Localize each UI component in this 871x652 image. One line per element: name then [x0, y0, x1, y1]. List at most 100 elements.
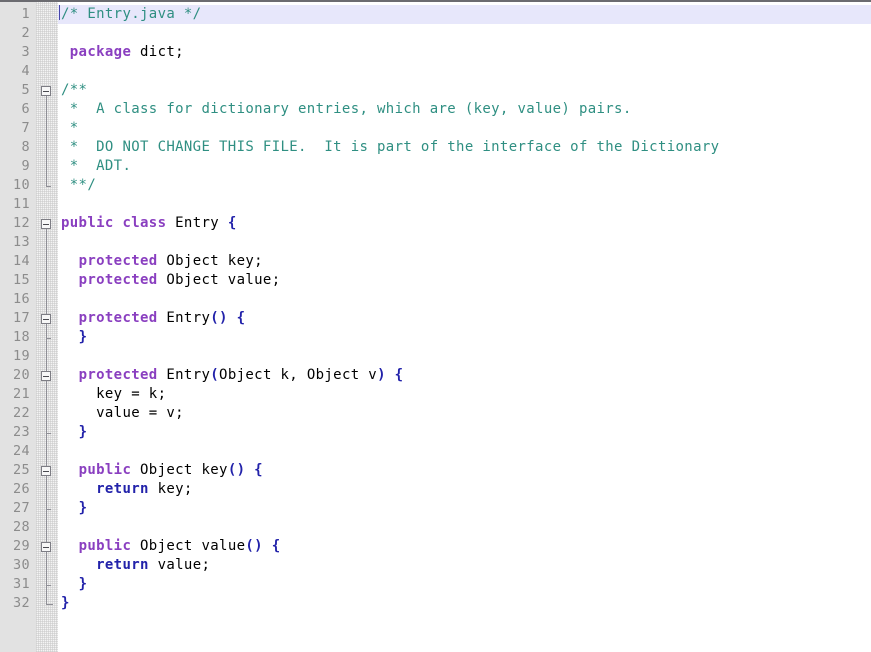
code-line-text: protected Entry() { — [58, 309, 245, 328]
token-keyword: public — [61, 215, 114, 231]
code-line[interactable] — [58, 62, 871, 81]
code-line-text: } — [58, 423, 87, 442]
token-punct: { — [394, 367, 404, 383]
code-line[interactable]: public Object value() { — [58, 537, 871, 556]
code-line[interactable] — [58, 442, 871, 461]
fold-collapse-icon[interactable] — [41, 314, 51, 324]
line-number: 24 — [12, 443, 30, 459]
line-number: 21 — [12, 386, 30, 402]
token-comment: **/ — [61, 177, 97, 193]
code-line[interactable] — [58, 518, 871, 537]
code-line-text: package dict; — [58, 43, 184, 62]
code-line[interactable]: public Object key() { — [58, 461, 871, 480]
code-line[interactable] — [58, 347, 871, 366]
code-line[interactable]: protected Entry(Object k, Object v) { — [58, 366, 871, 385]
code-line[interactable]: **/ — [58, 176, 871, 195]
token-plain: Object key — [131, 462, 228, 478]
token-keyword: class — [122, 215, 167, 231]
code-line[interactable]: return key; — [58, 480, 871, 499]
code-line[interactable]: * DO NOT CHANGE THIS FILE. It is part of… — [58, 138, 871, 157]
code-line-text: public Object key() { — [58, 461, 263, 480]
code-line[interactable]: value = v; — [58, 404, 871, 423]
code-line[interactable]: public class Entry { — [58, 214, 871, 233]
fold-end-marker — [46, 509, 51, 510]
line-number: 18 — [12, 329, 30, 345]
code-line-text: * A class for dictionary entries, which … — [58, 100, 632, 119]
code-line-text: **/ — [58, 176, 96, 195]
code-line[interactable]: /** — [58, 81, 871, 100]
code-line-text: * ADT. — [58, 157, 131, 176]
token-punct: { — [227, 215, 237, 231]
token-punct: } — [78, 329, 88, 345]
code-line-text: return value; — [58, 556, 210, 575]
code-line[interactable] — [58, 24, 871, 43]
line-number: 32 — [12, 595, 30, 611]
token-plain: Object key; — [157, 253, 263, 269]
code-line[interactable] — [58, 233, 871, 252]
token-plain: value = v; — [61, 405, 184, 421]
line-number: 10 — [12, 177, 30, 193]
token-keyword: public — [78, 538, 132, 554]
token-plain: Object k, Object v — [219, 367, 378, 383]
fold-collapse-icon[interactable] — [41, 219, 51, 229]
fold-collapse-icon[interactable] — [41, 371, 51, 381]
token-punct: } — [78, 500, 88, 516]
code-line[interactable] — [58, 195, 871, 214]
token-plain: Object value — [131, 538, 246, 554]
fold-collapse-icon[interactable] — [41, 466, 51, 476]
fold-collapse-icon[interactable] — [41, 542, 51, 552]
code-text-area[interactable]: /* Entry.java */ package dict; /** * A c… — [58, 2, 871, 652]
code-line[interactable]: key = k; — [58, 385, 871, 404]
line-number: 3 — [21, 44, 30, 60]
code-line[interactable]: } — [58, 499, 871, 518]
code-line[interactable]: } — [58, 328, 871, 347]
code-line[interactable]: protected Object value; — [58, 271, 871, 290]
line-number: 14 — [12, 253, 30, 269]
code-line-text: * — [58, 119, 79, 138]
line-number: 13 — [12, 234, 30, 250]
token-punct: ( — [210, 367, 220, 383]
line-number: 29 — [12, 538, 30, 554]
code-line-text: /** — [58, 81, 87, 100]
code-line[interactable]: * — [58, 119, 871, 138]
line-number: 28 — [12, 519, 30, 535]
code-line[interactable]: * ADT. — [58, 157, 871, 176]
token-punct: ) — [377, 367, 386, 383]
code-line[interactable]: } — [58, 575, 871, 594]
code-editor[interactable]: 1 2 3 4 5 6 7 8 9 10 11 12 13 14 15 16 17 18 19 20 21 22 23 24 2… — [0, 0, 871, 652]
token-punct: { — [271, 538, 281, 554]
code-line-text: } — [58, 594, 70, 613]
token-plain: key; — [148, 481, 193, 497]
code-line[interactable]: return value; — [58, 556, 871, 575]
fold-connector-line — [46, 471, 47, 509]
code-line[interactable]: protected Object key; — [58, 252, 871, 271]
token-plain: key = k; — [61, 386, 167, 402]
code-line-text: } — [58, 328, 87, 347]
token-keyword: protected — [78, 272, 158, 288]
token-plain: value; — [148, 557, 211, 573]
code-line[interactable]: } — [58, 594, 871, 613]
code-line[interactable]: package dict; — [58, 43, 871, 62]
code-line[interactable]: /* Entry.java */ — [58, 5, 871, 24]
fold-collapse-icon[interactable] — [41, 86, 51, 96]
token-plain: Entry — [157, 310, 211, 326]
code-line[interactable] — [58, 290, 871, 309]
line-number: 4 — [21, 63, 30, 79]
code-folding-margin[interactable] — [36, 2, 58, 652]
code-line[interactable]: protected Entry() { — [58, 309, 871, 328]
code-line-text: return key; — [58, 480, 193, 499]
token-keyword: protected — [78, 367, 158, 383]
code-line-text: key = k; — [58, 385, 166, 404]
code-line[interactable]: } — [58, 423, 871, 442]
code-line[interactable]: * A class for dictionary entries, which … — [58, 100, 871, 119]
